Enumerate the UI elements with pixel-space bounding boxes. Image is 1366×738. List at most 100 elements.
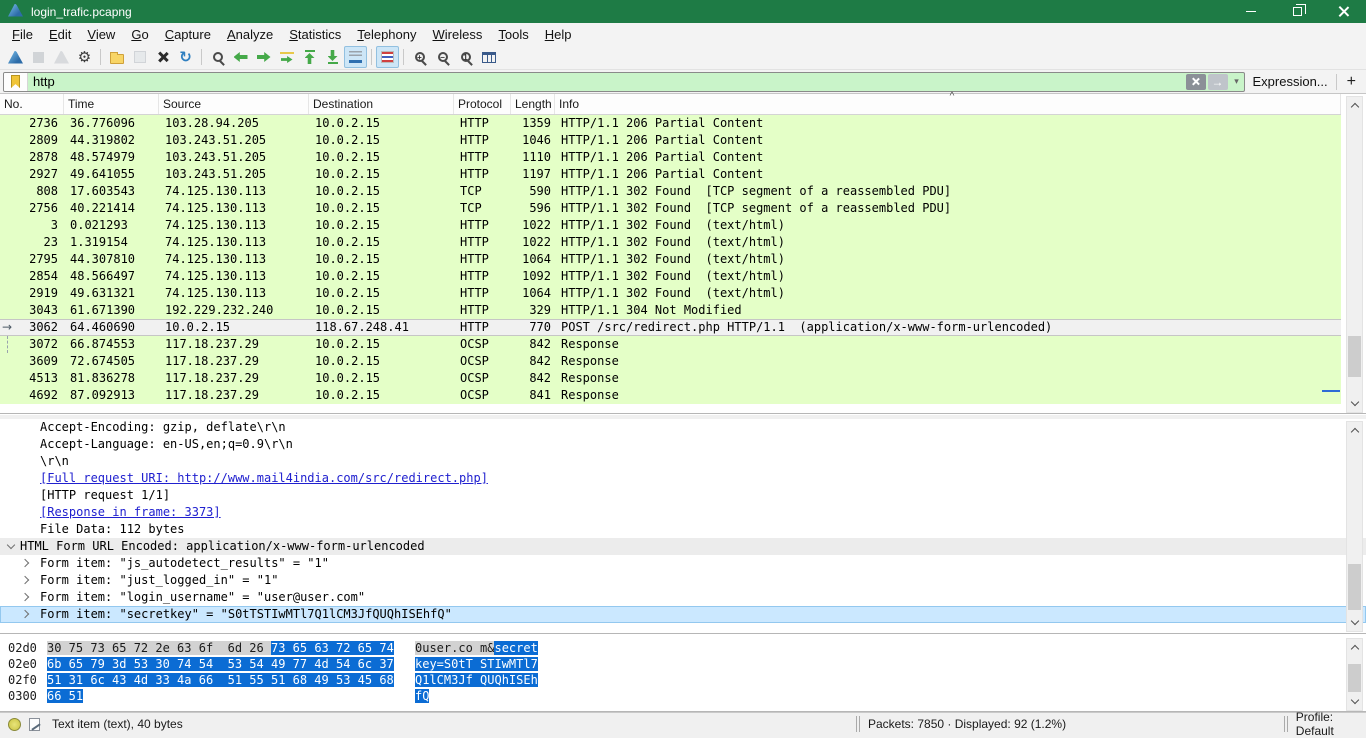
- column-header-protocol[interactable]: Protocol: [454, 94, 511, 114]
- bytes-scroll-thumb[interactable]: [1348, 664, 1361, 692]
- zoom-out-button[interactable]: −: [431, 46, 454, 68]
- packet-list-scroll-thumb[interactable]: [1348, 336, 1361, 377]
- restore-button[interactable]: [1274, 0, 1320, 23]
- scroll-up-icon[interactable]: [1347, 98, 1362, 113]
- go-forward-button[interactable]: [252, 46, 275, 68]
- menu-tools[interactable]: Tools: [490, 25, 536, 44]
- status-profile[interactable]: Profile: Default: [1296, 710, 1366, 738]
- expander-open-icon[interactable]: [7, 541, 15, 549]
- menu-wireless[interactable]: Wireless: [425, 25, 491, 44]
- go-to-bottom-button[interactable]: [321, 46, 344, 68]
- menu-help[interactable]: Help: [537, 25, 580, 44]
- bytes-scrollbar[interactable]: [1346, 638, 1363, 711]
- packet-row[interactable]: 30.02129374.125.130.11310.0.2.15HTTP1022…: [0, 217, 1341, 234]
- detail-row[interactable]: Form item: "js_autodetect_results" = "1": [0, 555, 1366, 572]
- filter-dropdown-button[interactable]: ▾: [1230, 76, 1244, 87]
- detail-row[interactable]: Form item: "secretkey" = "S0tTSTIwMTl7Q1…: [0, 606, 1366, 623]
- detail-row[interactable]: Form item: "just_logged_in" = "1": [0, 572, 1366, 589]
- detail-row[interactable]: HTML Form URL Encoded: application/x-www…: [0, 538, 1366, 555]
- detail-row[interactable]: Accept-Encoding: gzip, deflate\r\n: [0, 419, 1366, 436]
- close-button[interactable]: [1320, 0, 1366, 23]
- scroll-down-icon[interactable]: [1347, 396, 1362, 411]
- find-packet-button[interactable]: [206, 46, 229, 68]
- detail-row[interactable]: [Response in frame: 3373]: [0, 504, 1366, 521]
- go-back-button[interactable]: [229, 46, 252, 68]
- detail-row[interactable]: [HTTP request 1/1]: [0, 487, 1366, 504]
- packet-row[interactable]: 307266.874553117.18.237.2910.0.2.15OCSP8…: [0, 336, 1341, 353]
- packet-row[interactable]: 292749.641055103.243.51.20510.0.2.15HTTP…: [0, 166, 1341, 183]
- packet-row[interactable]: 275640.22141474.125.130.11310.0.2.15TCP5…: [0, 200, 1341, 217]
- packet-row[interactable]: 231.31915474.125.130.11310.0.2.15HTTP102…: [0, 234, 1341, 251]
- packet-row[interactable]: 279544.30781074.125.130.11310.0.2.15HTTP…: [0, 251, 1341, 268]
- expander-closed-icon[interactable]: [21, 576, 29, 584]
- packet-row[interactable]: 360972.674505117.18.237.2910.0.2.15OCSP8…: [0, 353, 1341, 370]
- packet-list-scrollbar[interactable]: [1346, 96, 1363, 413]
- packet-row[interactable]: 273636.776096103.28.94.20510.0.2.15HTTP1…: [0, 115, 1341, 132]
- auto-scroll-toggle[interactable]: [344, 46, 367, 68]
- detail-row[interactable]: \r\n: [0, 453, 1366, 470]
- capture-comment-icon[interactable]: [29, 718, 40, 731]
- hex-row[interactable]: 02e06b 65 79 3d 53 30 74 54 53 54 49 77 …: [0, 656, 1366, 672]
- column-header-destination[interactable]: Destination: [309, 94, 454, 114]
- packet-row[interactable]: 80817.60354374.125.130.11310.0.2.15TCP59…: [0, 183, 1341, 200]
- expert-info-icon[interactable]: [8, 718, 21, 731]
- zoom-in-button[interactable]: +: [408, 46, 431, 68]
- detail-row[interactable]: [Full request URI: http://www.mail4india…: [0, 470, 1366, 487]
- save-file-button[interactable]: [128, 46, 151, 68]
- restart-capture-button[interactable]: [50, 46, 73, 68]
- expander-closed-icon[interactable]: [21, 610, 29, 618]
- menu-capture[interactable]: Capture: [157, 25, 219, 44]
- menu-analyze[interactable]: Analyze: [219, 25, 281, 44]
- scroll-down-icon[interactable]: [1347, 694, 1362, 709]
- column-header-source[interactable]: Source: [159, 94, 309, 114]
- detail-row[interactable]: Accept-Language: en-US,en;q=0.9\r\n: [0, 436, 1366, 453]
- packet-row[interactable]: 287848.574979103.243.51.20510.0.2.15HTTP…: [0, 149, 1341, 166]
- packet-row[interactable]: 3062→64.46069010.0.2.15118.67.248.41HTTP…: [0, 319, 1341, 336]
- resize-columns-button[interactable]: [477, 46, 500, 68]
- go-to-packet-button[interactable]: [275, 46, 298, 68]
- menu-go[interactable]: Go: [123, 25, 156, 44]
- detail-row[interactable]: Form item: "login_username" = "user@user…: [0, 589, 1366, 606]
- menu-view[interactable]: View: [79, 25, 123, 44]
- menu-file[interactable]: File: [4, 25, 41, 44]
- packet-row[interactable]: 280944.319802103.243.51.20510.0.2.15HTTP…: [0, 132, 1341, 149]
- minimize-button[interactable]: [1228, 0, 1274, 23]
- menu-telephony[interactable]: Telephony: [349, 25, 424, 44]
- packet-row[interactable]: 304361.671390192.229.232.24010.0.2.15HTT…: [0, 302, 1341, 319]
- hex-row[interactable]: 02d030 75 73 65 72 2e 63 6f 6d 26 73 65 …: [0, 640, 1366, 656]
- stop-capture-button[interactable]: [27, 46, 50, 68]
- colorize-toggle[interactable]: [376, 46, 399, 68]
- hex-row[interactable]: 02f051 31 6c 43 4d 33 4a 66 51 55 51 68 …: [0, 672, 1366, 688]
- filter-clear-button[interactable]: [1186, 74, 1206, 90]
- filter-add-button[interactable]: +: [1337, 73, 1366, 91]
- hex-row[interactable]: 030066 51fQ: [0, 688, 1366, 704]
- capture-options-button[interactable]: ⚙: [73, 46, 96, 68]
- scroll-up-icon[interactable]: [1347, 423, 1362, 438]
- open-file-button[interactable]: [105, 46, 128, 68]
- close-file-button[interactable]: [151, 46, 174, 68]
- menu-edit[interactable]: Edit: [41, 25, 79, 44]
- scroll-down-icon[interactable]: [1347, 615, 1362, 630]
- start-capture-button[interactable]: [4, 46, 27, 68]
- display-filter-input[interactable]: http: [28, 74, 1186, 89]
- details-scroll-thumb[interactable]: [1348, 564, 1361, 610]
- display-filter-field[interactable]: http → ▾: [3, 72, 1245, 92]
- expander-closed-icon[interactable]: [21, 559, 29, 567]
- column-header-time[interactable]: Time: [64, 94, 159, 114]
- packet-row[interactable]: 291949.63132174.125.130.11310.0.2.15HTTP…: [0, 285, 1341, 302]
- packet-row[interactable]: 285448.56649774.125.130.11310.0.2.15HTTP…: [0, 268, 1341, 285]
- detail-row[interactable]: File Data: 112 bytes: [0, 521, 1366, 538]
- packet-row[interactable]: 469287.092913117.18.237.2910.0.2.15OCSP8…: [0, 387, 1341, 404]
- filter-apply-button[interactable]: →: [1208, 74, 1228, 90]
- column-header-no[interactable]: No.: [0, 94, 64, 114]
- go-to-top-button[interactable]: [298, 46, 321, 68]
- filter-bookmark-button[interactable]: [4, 73, 28, 91]
- reload-file-button[interactable]: ↻: [174, 46, 197, 68]
- scroll-up-icon[interactable]: [1347, 640, 1362, 655]
- zoom-original-button[interactable]: 1: [454, 46, 477, 68]
- menu-statistics[interactable]: Statistics: [281, 25, 349, 44]
- details-scrollbar[interactable]: [1346, 421, 1363, 632]
- expander-closed-icon[interactable]: [21, 593, 29, 601]
- column-header-length[interactable]: Length: [511, 94, 555, 114]
- packet-row[interactable]: 451381.836278117.18.237.2910.0.2.15OCSP8…: [0, 370, 1341, 387]
